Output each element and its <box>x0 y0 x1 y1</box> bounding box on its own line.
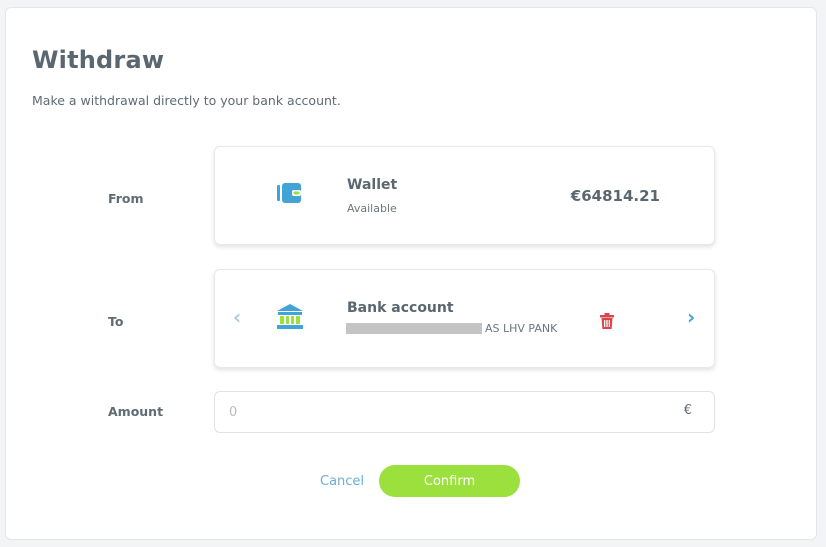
to-label: To <box>108 314 124 329</box>
page-title: Withdraw <box>32 46 165 74</box>
wallet-name: Wallet <box>347 177 398 193</box>
cancel-button[interactable]: Cancel <box>320 474 364 489</box>
next-account-chevron-icon[interactable]: › <box>687 307 695 327</box>
wallet-balance: €64814.21 <box>570 187 660 205</box>
amount-field[interactable]: € <box>214 391 715 433</box>
wallet-icon <box>277 183 301 207</box>
page-subtitle: Make a withdrawal directly to your bank … <box>32 93 341 108</box>
previous-account-chevron-icon[interactable]: ‹ <box>233 307 241 327</box>
bank-account-name: Bank account <box>347 300 454 316</box>
confirm-button[interactable]: Confirm <box>379 465 520 497</box>
delete-account-trash-icon[interactable] <box>600 313 614 333</box>
bank-name: AS LHV PANK <box>485 322 558 335</box>
currency-symbol: € <box>683 403 692 418</box>
from-label: From <box>108 191 144 206</box>
from-wallet-panel: Wallet Available €64814.21 <box>214 146 715 245</box>
bank-icon <box>276 304 304 334</box>
amount-input[interactable] <box>215 392 655 432</box>
amount-label: Amount <box>108 404 164 419</box>
redacted-account-number <box>346 323 482 334</box>
withdraw-card: Withdraw Make a withdrawal directly to y… <box>5 7 817 540</box>
to-bank-panel: ‹ Bank account AS LHV PANK › <box>214 269 715 368</box>
wallet-available-label: Available <box>347 202 397 215</box>
